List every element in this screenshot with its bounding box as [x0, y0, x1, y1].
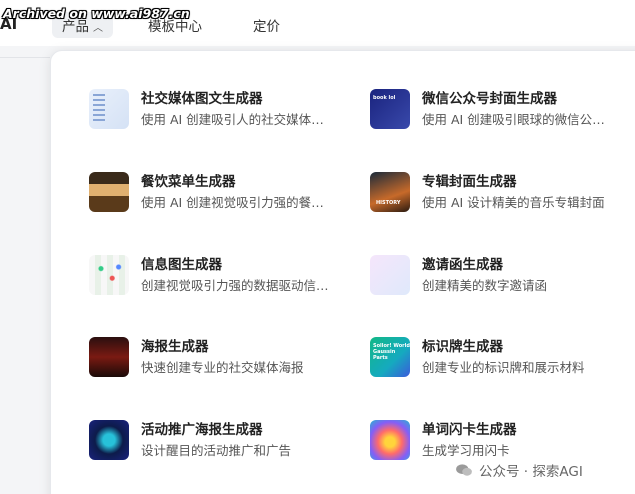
card-desc: 使用 AI 创建吸引人的社交媒体图文内容 [141, 112, 331, 127]
card-title: 信息图生成器 [141, 257, 222, 273]
infographic-thumb [89, 255, 129, 295]
card-desc: 创建精美的数字邀请函 [422, 278, 548, 293]
card-desc: 创建专业的标识牌和展示材料 [422, 360, 585, 375]
nav-pricing[interactable]: 定价 [253, 15, 280, 35]
flashcard-thumb [370, 420, 410, 460]
thumb-caption: book lol [373, 95, 396, 101]
card-sign[interactable]: Sollor! World Gaussin Parts 标识牌生成器 创建专业的… [370, 337, 620, 381]
album-cover-thumb: HISTORY [370, 172, 410, 212]
nav-products-label: 产品 [62, 19, 89, 35]
products-dropdown-panel: 社交媒体图文生成器 使用 AI 创建吸引人的社交媒体图文内容 book lol … [50, 50, 635, 494]
poster-thumb [89, 337, 129, 377]
divider [0, 57, 50, 58]
card-desc: 创建视觉吸引力强的数据驱动信息图 [141, 278, 331, 293]
card-desc: 设计醒目的活动推广和广告 [141, 443, 292, 458]
card-desc: 生成学习用闪卡 [422, 443, 510, 458]
chevron-up-icon: ︿ [93, 23, 103, 34]
card-social-media[interactable]: 社交媒体图文生成器 使用 AI 创建吸引人的社交媒体图文内容 [89, 89, 339, 133]
social-media-thumb [89, 89, 129, 129]
card-desc: 快速创建专业的社交媒体海报 [141, 360, 304, 375]
thumb-caption: HISTORY [376, 200, 401, 206]
card-title: 单词闪卡生成器 [422, 422, 517, 438]
card-title: 活动推广海报生成器 [141, 422, 263, 438]
card-title: 邀请函生成器 [422, 257, 503, 273]
card-title: 专辑封面生成器 [422, 174, 517, 190]
card-desc: 使用 AI 创建视觉吸引力强的餐饮菜单 [141, 195, 331, 210]
thumb-caption: Sollor! World Gaussin Parts [373, 343, 410, 361]
card-title: 标识牌生成器 [422, 339, 503, 355]
card-menu[interactable]: 餐饮菜单生成器 使用 AI 创建视觉吸引力强的餐饮菜单 [89, 172, 339, 216]
card-album-cover[interactable]: HISTORY 专辑封面生成器 使用 AI 设计精美的音乐专辑封面 [370, 172, 620, 216]
card-desc: 使用 AI 设计精美的音乐专辑封面 [422, 195, 605, 210]
invitation-thumb [370, 255, 410, 295]
card-infographic[interactable]: 信息图生成器 创建视觉吸引力强的数据驱动信息图 [89, 255, 339, 299]
wechat-watermark: 公众号 · 探索AGI [455, 460, 583, 480]
card-flashcard[interactable]: 单词闪卡生成器 生成学习用闪卡 [370, 420, 620, 464]
event-poster-thumb [89, 420, 129, 460]
card-event-poster[interactable]: 活动推广海报生成器 设计醒目的活动推广和广告 [89, 420, 339, 464]
card-invitation[interactable]: 邀请函生成器 创建精美的数字邀请函 [370, 255, 620, 299]
watermark-text: 公众号 · 探索AGI [479, 464, 583, 480]
card-title: 社交媒体图文生成器 [141, 91, 263, 107]
card-title: 海报生成器 [141, 339, 209, 355]
card-poster[interactable]: 海报生成器 快速创建专业的社交媒体海报 [89, 337, 339, 381]
wechat-cover-thumb: book lol [370, 89, 410, 129]
sign-thumb: Sollor! World Gaussin Parts [370, 337, 410, 377]
archive-watermark: Archived on www.ai987.cn [3, 6, 190, 21]
page-background [0, 46, 50, 494]
card-desc: 使用 AI 创建吸引眼球的微信公众号封面 [422, 112, 612, 127]
card-title: 餐饮菜单生成器 [141, 174, 236, 190]
card-wechat-cover[interactable]: book lol 微信公众号封面生成器 使用 AI 创建吸引眼球的微信公众号封面 [370, 89, 620, 133]
wechat-icon [456, 464, 472, 476]
card-title: 微信公众号封面生成器 [422, 91, 557, 107]
menu-thumb [89, 172, 129, 212]
